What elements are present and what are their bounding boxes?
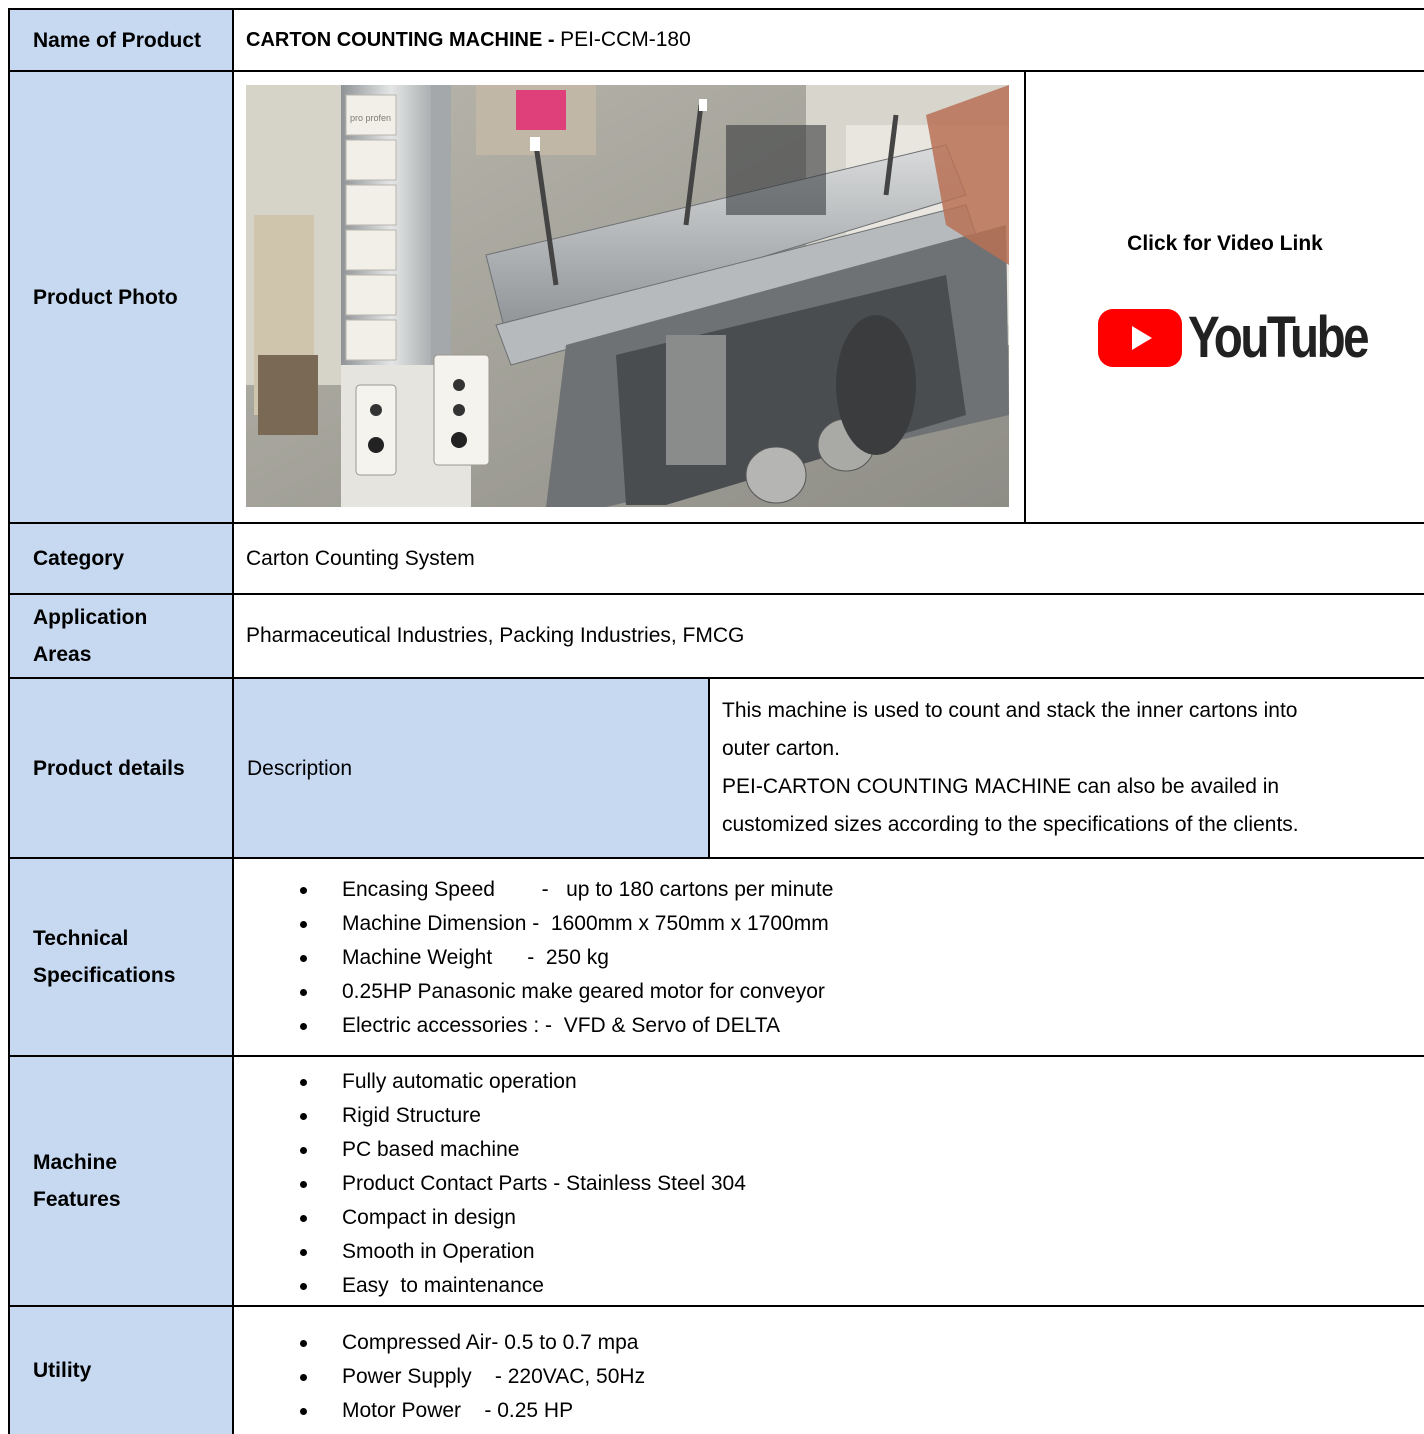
application-label-line1: Application	[33, 606, 148, 629]
list-item: Compressed Air- 0.5 to 0.7 mpa	[0, 1326, 645, 1360]
category-value: Carton Counting System	[246, 546, 475, 570]
table-border	[1024, 70, 1026, 524]
description-line-1: This machine is used to count and stack …	[722, 699, 1298, 722]
youtube-logo-link[interactable]: YouTube	[1098, 304, 1406, 371]
list-item: Encasing Speed - up to 180 cartons per m…	[0, 873, 833, 907]
description-label: Description	[233, 678, 709, 858]
table-border	[9, 677, 1424, 679]
table-border	[8, 8, 10, 1434]
application-areas-label: Application Areas	[9, 594, 233, 678]
product-photo-label: Product Photo	[9, 71, 233, 523]
list-item: Motor Power - 0.25 HP	[0, 1394, 645, 1428]
video-link-label: Click for Video Link	[1127, 232, 1323, 255]
table-border	[9, 593, 1424, 595]
table-border	[9, 857, 1424, 859]
table-border	[9, 1055, 1424, 1057]
application-label-line2: Areas	[33, 643, 92, 666]
list-item: Machine Weight - 250 kg	[0, 941, 833, 975]
product-photo: pro profen	[246, 85, 1009, 507]
product-name-value: CARTON COUNTING MACHINE - PEI-CCM-180	[233, 9, 1424, 71]
product-details-label: Product details	[9, 678, 233, 858]
list-item: Smooth in Operation	[0, 1235, 746, 1269]
list-item: Product Contact Parts - Stainless Steel …	[0, 1167, 746, 1201]
application-areas-value: Pharmaceutical Industries, Packing Indus…	[246, 624, 745, 647]
utility-list: Compressed Air- 0.5 to 0.7 mpa Power Sup…	[0, 1326, 645, 1428]
description-line-4: customized sizes according to the specif…	[722, 813, 1299, 836]
description-line-2: outer carton.	[722, 737, 840, 760]
technical-spec-list: Encasing Speed - up to 180 cartons per m…	[0, 873, 833, 1043]
list-item: Compact in design	[0, 1201, 746, 1235]
carton-print: pro profen	[350, 113, 391, 123]
youtube-wordmark: YouTube	[1188, 305, 1370, 370]
product-name-bold: CARTON COUNTING MACHINE -	[246, 28, 561, 51]
product-description: This machine is used to count and stack …	[722, 692, 1412, 844]
product-model: PEI-CCM-180	[560, 28, 691, 51]
table-border	[9, 1305, 1424, 1307]
list-item: Easy to maintenance	[0, 1269, 746, 1303]
table-border	[232, 8, 234, 1434]
description-line-3: PEI-CARTON COUNTING MACHINE can also be …	[722, 775, 1280, 798]
table-border	[9, 70, 1424, 72]
list-item: Power Supply - 220VAC, 50Hz	[0, 1360, 645, 1394]
table-border	[9, 522, 1424, 524]
machine-features-list: Fully automatic operation Rigid Structur…	[0, 1065, 746, 1303]
name-of-product-label: Name of Product	[9, 9, 233, 71]
table-border	[708, 677, 710, 859]
list-item: Machine Dimension - 1600mm x 750mm x 170…	[0, 907, 833, 941]
product-spec-table: Name of Product Product Photo Category A…	[0, 0, 1424, 1434]
carton-counting-machine-image: pro profen	[246, 85, 1009, 507]
list-item: PC based machine	[0, 1133, 746, 1167]
list-item: Electric accessories : - VFD & Servo of …	[0, 1009, 833, 1043]
list-item: Fully automatic operation	[0, 1065, 746, 1099]
list-item: 0.25HP Panasonic make geared motor for c…	[0, 975, 833, 1009]
youtube-play-icon	[1098, 308, 1182, 367]
list-item: Rigid Structure	[0, 1099, 746, 1133]
table-border	[9, 8, 1424, 10]
category-label: Category	[9, 523, 233, 594]
